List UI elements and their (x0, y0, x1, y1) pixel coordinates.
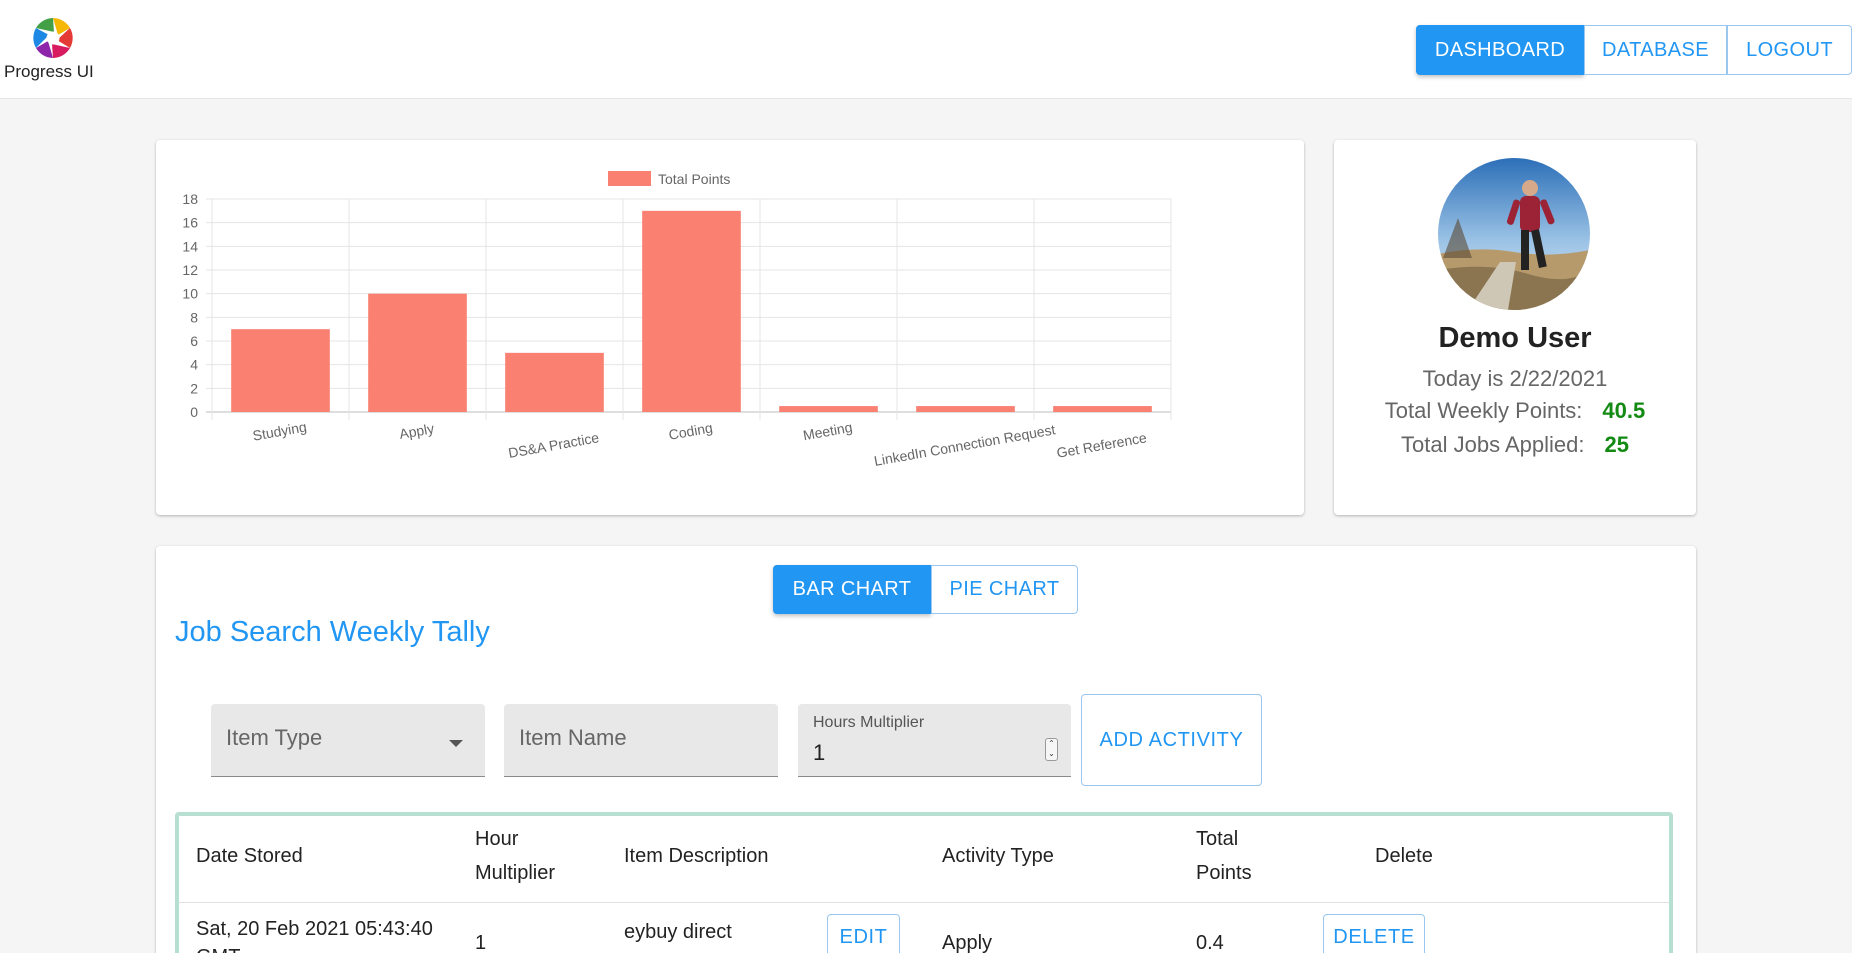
points-chart-card: Total Points 0 2 4 6 8 10 12 14 16 18 Studying Apply… (156, 140, 1304, 515)
dropdown-arrow-icon (449, 740, 463, 747)
bar (642, 210, 741, 412)
bar (505, 352, 604, 412)
weekly-points-value: 40.5 (1602, 398, 1646, 423)
y-tick-label: 0 (190, 404, 198, 420)
x-category-label: Studying (251, 418, 307, 443)
y-tick-label: 14 (182, 238, 198, 254)
chart-type-toggle: BAR CHART PIE CHART (773, 565, 1078, 614)
hours-multiplier-label: Hours Multiplier (813, 714, 925, 731)
bar (916, 406, 1015, 412)
row-total-points: 0.4 (1196, 932, 1224, 953)
header-hour-multiplier-line2[interactable]: Multiplier (475, 856, 555, 890)
x-category-label: Meeting (802, 419, 854, 443)
jobs-applied-label: Total Jobs Applied: (1401, 432, 1585, 457)
tally-card: BAR CHART PIE CHART Job Search Weekly Ta… (156, 546, 1696, 953)
number-stepper-icon[interactable]: ⌃ ⌄ (1045, 738, 1058, 761)
header-hour-multiplier-line1[interactable]: Hour (475, 822, 518, 856)
row-item-description: eybuy direct (624, 921, 732, 943)
item-name-input[interactable]: Item Name (504, 704, 778, 777)
top-app-bar: Progress UI DASHBOARD DATABASE LOGOUT (0, 0, 1852, 99)
bar (231, 329, 330, 412)
header-total-points-line1[interactable]: Total (1196, 822, 1238, 856)
app-name: Progress UI (4, 62, 94, 81)
nav-logout-button[interactable]: LOGOUT (1727, 25, 1852, 75)
today-date: Today is 2/22/2021 (1422, 366, 1608, 391)
app-logo[interactable]: Progress UI (4, 12, 100, 84)
weekly-points-label: Total Weekly Points: (1384, 398, 1583, 423)
hours-multiplier-input[interactable]: Hours Multiplier 1 ⌃ ⌄ (798, 704, 1071, 777)
y-tick-label: 10 (182, 286, 198, 302)
section-title: Job Search Weekly Tally (175, 616, 490, 648)
x-category-label: Coding (667, 419, 713, 442)
header-delete: Delete (1375, 845, 1433, 867)
bar (1053, 406, 1152, 412)
legend-label: Total Points (658, 171, 730, 187)
top-nav: DASHBOARD DATABASE LOGOUT (1416, 25, 1852, 75)
header-divider (179, 902, 1669, 903)
item-type-select[interactable]: Item Type (211, 704, 485, 777)
row-activity-type: Apply (942, 932, 993, 953)
delete-button[interactable]: DELETE (1323, 914, 1425, 953)
user-photo-icon (1438, 158, 1590, 310)
x-category-label: Get Reference (1055, 429, 1148, 461)
header-total-points-line2[interactable]: Points (1196, 856, 1252, 890)
hours-multiplier-value: 1 (813, 740, 826, 765)
y-tick-label: 4 (190, 357, 198, 373)
row-hour-multiplier: 1 (475, 932, 487, 953)
bar (368, 293, 467, 412)
user-name: Demo User (1438, 322, 1592, 354)
jobs-applied-value: 25 (1604, 432, 1629, 457)
header-activity-type[interactable]: Activity Type (942, 839, 1054, 873)
nav-database-button[interactable]: DATABASE (1584, 25, 1727, 75)
y-tick-label: 12 (182, 262, 198, 278)
header-date-stored[interactable]: Date Stored (196, 839, 303, 873)
y-tick-label: 16 (182, 215, 198, 231)
bar-chart-button[interactable]: BAR CHART (773, 565, 931, 614)
y-tick-label: 8 (190, 309, 198, 325)
edit-button[interactable]: EDIT (827, 914, 900, 953)
legend-swatch (608, 171, 651, 186)
header-item-description[interactable]: Item Description (624, 839, 769, 873)
y-tick-label: 6 (190, 333, 198, 349)
avatar (1438, 158, 1590, 310)
y-tick-label: 2 (190, 380, 198, 396)
jobs-applied-stat: Total Jobs Applied: 25 (1334, 432, 1696, 458)
x-category-label: LinkedIn Connection Request (873, 421, 1057, 469)
profile-card: Demo User Today is 2/22/2021 Total Weekl… (1334, 140, 1696, 515)
pie-chart-button[interactable]: PIE CHART (931, 565, 1078, 614)
y-tick-label: 18 (182, 191, 198, 207)
nav-dashboard-button[interactable]: DASHBOARD (1416, 25, 1584, 75)
activity-table: Date Stored Hour Multiplier Item Descrip… (175, 812, 1673, 953)
item-type-placeholder: Item Type (226, 725, 323, 750)
row-date-line1: Sat, 20 Feb 2021 05:43:40 (196, 918, 433, 940)
x-category-label: Apply (398, 420, 435, 442)
points-bar-chart: Total Points 0 2 4 6 8 10 12 14 16 18 Studying Apply… (182, 171, 1172, 469)
add-activity-button[interactable]: ADD ACTIVITY (1081, 694, 1262, 786)
weekly-points-stat: Total Weekly Points: 40.5 (1334, 398, 1696, 424)
x-category-label: DS&A Practice (507, 429, 600, 461)
bar (779, 406, 878, 412)
aperture-logo-icon (33, 18, 73, 58)
row-date-line2: GMT (196, 943, 240, 953)
item-name-placeholder: Item Name (519, 725, 627, 750)
